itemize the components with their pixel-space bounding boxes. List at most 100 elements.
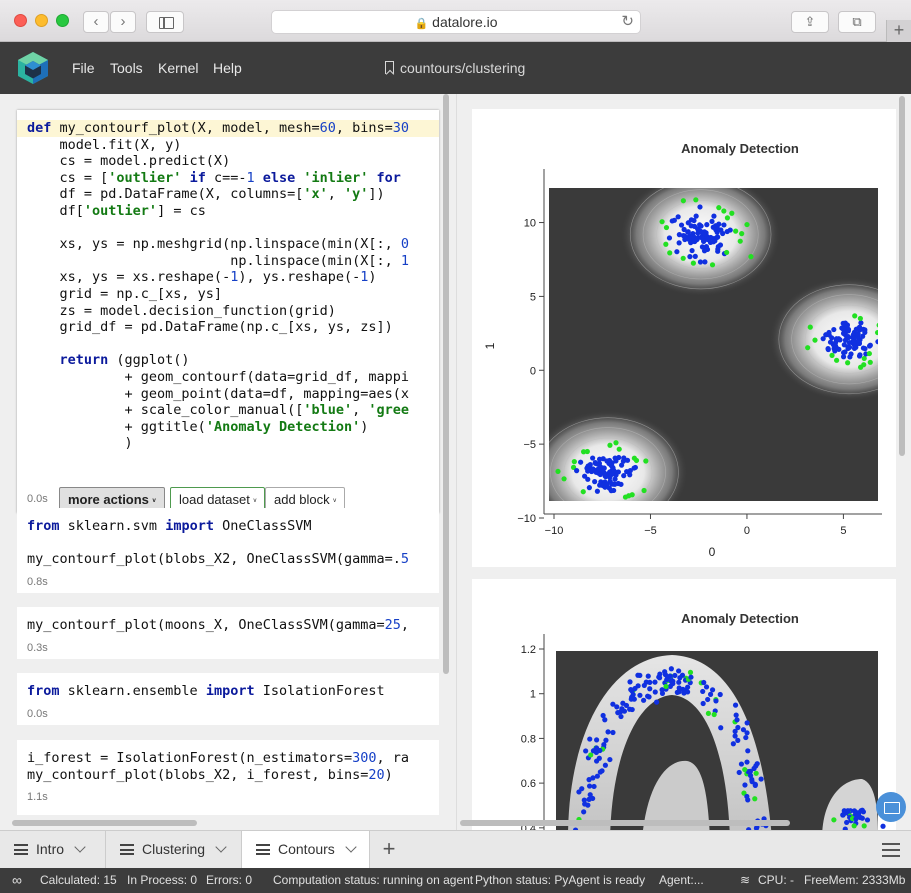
sidebar-toggle-button[interactable] (146, 11, 184, 33)
data-point (680, 686, 686, 692)
data-point (597, 769, 603, 775)
data-point (739, 231, 745, 237)
address-bar[interactable]: 🔒 datalore.io ↻ (271, 10, 641, 34)
data-point (729, 210, 735, 216)
minimize-window-button[interactable] (35, 14, 48, 27)
code-line: + geom_contourf(data=grid_df, mappi (27, 368, 410, 385)
data-point (594, 773, 600, 779)
data-point (579, 786, 585, 792)
app-header: File Tools Kernel Help countours/cluster… (0, 42, 911, 94)
data-point (829, 352, 835, 358)
back-button[interactable]: ‹ (83, 11, 109, 33)
menu-help[interactable]: Help (213, 60, 242, 76)
tab-label: Contours (278, 841, 335, 857)
worksheet-icon (120, 844, 134, 855)
hamburger-menu-icon[interactable] (882, 843, 900, 857)
x-axis-label: 0 (709, 545, 716, 559)
y-tick-label: 1 (530, 689, 536, 701)
code-editor[interactable]: from sklearn.ensemble import IsolationFo… (17, 673, 439, 700)
tab-clustering[interactable]: Clustering (106, 831, 242, 869)
code-line: grid = np.c_[xs, ys] (27, 285, 223, 302)
share-icon: ⇪ (804, 14, 816, 29)
data-point (721, 208, 727, 214)
data-point (585, 802, 591, 808)
code-line: i_forest = IsolationForest(n_estimators=… (27, 750, 410, 766)
output-vertical-scrollbar[interactable] (899, 96, 905, 456)
data-point (732, 728, 738, 734)
load-dataset-label: load dataset (179, 492, 250, 507)
code-line: my_contourf_plot(blobs_X2, OneClassSVM(g… (27, 551, 410, 568)
chevron-down-icon[interactable] (74, 841, 86, 853)
data-point (842, 320, 848, 326)
code-line: np.linspace(min(X[:, 1 (27, 252, 410, 269)
code-cell-1[interactable]: def my_contourf_plot(X, model, mesh=60, … (17, 110, 439, 513)
menu-kernel[interactable]: Kernel (158, 60, 198, 76)
data-point (861, 362, 867, 368)
data-point (653, 699, 660, 705)
status-in-process: In Process: 0 (127, 873, 198, 887)
data-point (652, 689, 658, 695)
data-point (736, 769, 742, 776)
chevron-down-icon[interactable] (345, 841, 357, 853)
code-line: my_contourf_plot(moons_X, OneClassSVM(ga… (27, 617, 410, 633)
data-point (709, 687, 716, 693)
url-text: datalore.io (432, 14, 498, 30)
menu-file[interactable]: File (72, 60, 95, 76)
data-point (610, 701, 616, 707)
notebook-path[interactable]: countours/clustering (385, 60, 525, 76)
code-editor[interactable]: i_forest = IsolationForest(n_estimators=… (17, 740, 439, 783)
code-editor[interactable]: my_contourf_plot(moons_X, OneClassSVM(ga… (17, 607, 439, 634)
data-point (646, 694, 652, 700)
editor-vertical-scrollbar[interactable] (443, 94, 449, 674)
data-point (858, 320, 864, 326)
code-cell-2[interactable]: from sklearn.svm import OneClassSVM my_c… (17, 508, 439, 593)
code-cell-4[interactable]: from sklearn.ensemble import IsolationFo… (17, 673, 439, 725)
status-bar: ∞ Calculated: 15 In Process: 0 Errors: 0… (0, 868, 911, 893)
data-point (586, 485, 592, 491)
output-horizontal-scrollbar[interactable] (460, 820, 790, 826)
data-point (680, 255, 686, 261)
status-agent[interactable]: Agent:... (659, 868, 704, 893)
share-button[interactable]: ⇪ (791, 11, 829, 33)
cell-exec-time: 0.8s (27, 575, 48, 588)
data-point (669, 218, 675, 224)
code-editor[interactable]: from sklearn.svm import OneClassSVM my_c… (17, 508, 439, 568)
code-line: cs = ['outlier' if c==-1 else 'inlier' f… (27, 169, 401, 186)
status-computation: Computation status: running on agent (273, 873, 474, 887)
anomaly-detection-chart-2: Anomaly Detection0.40.60.811.2 (521, 611, 886, 830)
editor-horizontal-scrollbar[interactable] (12, 820, 197, 826)
chart-title: Anomaly Detection (681, 611, 799, 626)
tabs-overview-button[interactable]: ⧉ (838, 11, 876, 33)
lock-icon: 🔒 (414, 18, 429, 30)
data-point (659, 219, 665, 225)
menu-tools[interactable]: Tools (110, 60, 143, 76)
code-cell-5[interactable]: i_forest = IsolationForest(n_estimators=… (17, 740, 439, 815)
infinity-icon: ∞ (12, 872, 22, 888)
new-tab-button[interactable]: + (886, 20, 911, 42)
data-point (635, 672, 641, 678)
data-point (593, 758, 600, 764)
chevron-down-icon[interactable] (215, 841, 227, 853)
code-cell-3[interactable]: my_contourf_plot(moons_X, OneClassSVM(ga… (17, 607, 439, 659)
forward-button[interactable]: › (110, 11, 136, 33)
data-point (590, 795, 596, 802)
data-point (733, 712, 739, 718)
close-window-button[interactable] (14, 14, 27, 27)
data-point (690, 260, 696, 266)
data-point (737, 238, 743, 244)
reload-icon[interactable]: ↻ (621, 11, 634, 33)
data-point (581, 809, 587, 815)
tab-label: Clustering (142, 841, 206, 857)
tab-intro[interactable]: Intro (0, 831, 106, 869)
code-editor[interactable]: def my_contourf_plot(X, model, mesh=60, … (17, 110, 439, 452)
zoom-window-button[interactable] (56, 14, 69, 27)
chat-icon[interactable] (876, 792, 906, 822)
tab-contours[interactable]: Contours (242, 831, 370, 869)
data-point (742, 766, 748, 773)
data-point (845, 328, 851, 334)
worksheet-icon (256, 844, 270, 855)
data-point (641, 682, 647, 689)
add-worksheet-button[interactable]: + (375, 831, 403, 869)
data-point (697, 259, 704, 265)
